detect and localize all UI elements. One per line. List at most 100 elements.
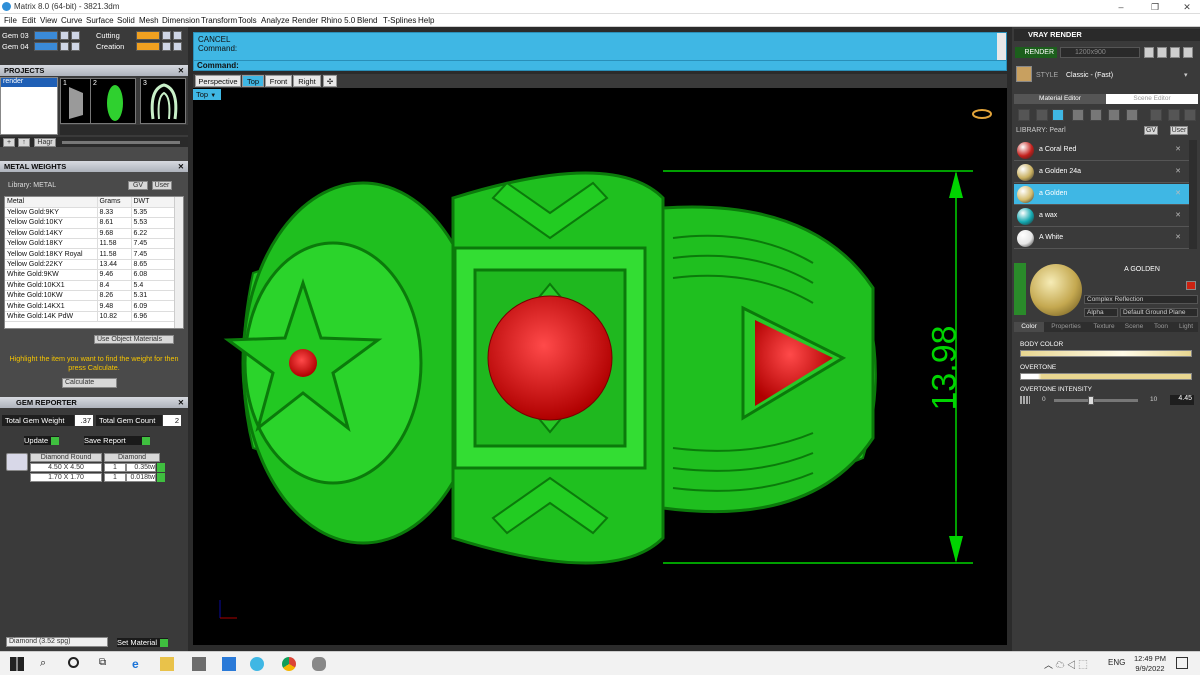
chevron-down-icon[interactable]: ▾ [1184,71,1188,79]
material-item[interactable]: a Coral Red ✕ [1014,140,1189,161]
layer-row-gem03[interactable]: Gem 03 Cutting [0,30,188,41]
layer-visibility-icon[interactable] [173,42,182,51]
search-icon[interactable]: ⌕ [40,657,54,671]
tray-icons[interactable]: ︿ ☁ ◁ ⬚ [1044,658,1088,671]
minimize-button[interactable]: – [1110,1,1132,13]
checker-icon[interactable] [1126,109,1138,121]
layer-color-swatch[interactable] [34,42,58,51]
menu-mesh[interactable]: Mesh [139,16,159,25]
tab-right[interactable]: Right [293,75,321,87]
use-object-materials-checkbox[interactable]: Use Object Materials [94,335,174,344]
add-project-button[interactable]: + [3,138,15,147]
material-item[interactable]: a wax ✕ [1014,206,1189,227]
layer-color-swatch[interactable] [34,31,58,40]
preview-collapse-toggle[interactable] [1014,263,1026,315]
pause-icon[interactable] [1170,47,1180,58]
notification-icon[interactable] [1176,657,1188,669]
table-row[interactable]: Yellow Gold:22KY 13.44 8.65 [5,259,175,271]
calculate-button[interactable]: Calculate [62,378,117,388]
gem-row-arrow-icon[interactable] [157,473,165,482]
clock-time[interactable]: 12:49 PM [1132,654,1168,663]
remove-material-icon[interactable]: ✕ [1175,189,1181,197]
project-list[interactable]: render [0,77,58,135]
style-value[interactable]: Classic - (Fast) [1066,72,1113,79]
matrix-app-icon[interactable] [250,657,264,671]
table-row[interactable]: White Gold:14K PdW 10.82 6.96 [5,311,175,323]
maximize-button[interactable]: ❐ [1144,1,1166,13]
intensity-slider-track[interactable] [1054,396,1138,405]
tab-texture[interactable]: Texture [1087,322,1121,332]
intensity-slider-thumb[interactable] [1088,396,1095,405]
viewport-top[interactable]: 13.98 [193,88,1007,645]
grid-icon[interactable] [1108,109,1120,121]
tab-toon[interactable]: Toon [1149,322,1173,332]
active-view-label[interactable]: Top ▼ [193,89,221,100]
rhino-icon[interactable] [312,657,326,671]
start-icon[interactable] [10,657,24,671]
light-icon[interactable] [1150,109,1162,121]
remove-material-icon[interactable]: ✕ [1175,145,1181,153]
hagr-button[interactable]: Hagr [34,138,56,147]
material-select[interactable]: Diamond (3.52 spg) [6,637,108,647]
remove-material-icon[interactable]: ✕ [1175,233,1181,241]
command-input[interactable]: Command: [193,60,1007,71]
menu-rhino[interactable]: Rhino 5.0 [321,16,355,25]
pattern-icon[interactable] [1090,109,1102,121]
project-thumbnail[interactable]: 2 [90,78,136,124]
library-gv-button[interactable]: GV [1144,126,1158,135]
body-color-slider[interactable] [1020,350,1192,357]
gem-row-arrow-icon[interactable] [157,463,165,472]
material-list-scrollbar[interactable] [1189,140,1197,249]
menu-file[interactable]: File [4,16,17,25]
gem-size-cell[interactable]: 4.50 X 4.50 [30,463,102,472]
layer-lock-icon[interactable] [60,42,69,51]
close-icon[interactable] [1183,47,1193,58]
material-item[interactable]: A White ✕ [1014,228,1189,249]
gem-size-cell[interactable]: 1.70 X 1.70 [30,473,102,482]
library-user-button[interactable]: User [152,181,172,190]
tab-color[interactable]: Color [1014,322,1044,332]
chrome-icon[interactable] [282,657,296,671]
ground-plane-select[interactable]: Default Ground Plane [1120,308,1198,317]
move-up-button[interactable]: ↑ [18,138,30,147]
menu-render[interactable]: Render [292,16,318,25]
menu-help[interactable]: Help [418,16,434,25]
project-list-item[interactable]: render [1,78,57,87]
menu-blend[interactable]: Blend [357,16,377,25]
preview-mode-select[interactable]: Complex Reflection [1084,295,1198,304]
task-view-icon[interactable]: ⧉ [99,657,113,671]
command-scrollbar[interactable] [997,33,1006,60]
layer-lock-icon[interactable] [60,31,69,40]
table-row[interactable]: White Gold:10KW 8.26 5.31 [5,290,175,302]
texture-icon[interactable] [1072,109,1084,121]
menu-edit[interactable]: Edit [22,16,36,25]
layer-visibility-icon[interactable] [173,31,182,40]
close-button[interactable]: ✕ [1176,1,1198,13]
alpha-select[interactable]: Alpha [1084,308,1118,317]
library-gv-button[interactable]: GV [128,181,148,190]
bulb-icon[interactable] [1168,109,1180,121]
lamp-icon[interactable] [1184,109,1196,121]
layer-row-gem04[interactable]: Gem 04 Creation [0,41,188,52]
close-icon[interactable]: ✕ [178,162,184,171]
table-row[interactable]: White Gold:10KX1 8.4 5.4 [5,280,175,292]
menu-tools[interactable]: Tools [238,16,257,25]
edge-icon[interactable]: e [132,657,146,671]
table-row[interactable]: Yellow Gold:14KY 9.68 6.22 [5,228,175,240]
save-icon[interactable] [1144,47,1154,58]
menu-curve[interactable]: Curve [61,16,82,25]
menu-transform[interactable]: Transform [201,16,237,25]
table-row[interactable]: White Gold:14KX1 9.48 6.09 [5,300,175,312]
language-indicator[interactable]: ENG [1108,658,1125,667]
table-row[interactable]: Yellow Gold:18KY Royal 11.58 7.45 [5,248,175,260]
layer-color-swatch[interactable] [136,31,160,40]
tab-light[interactable]: Light [1174,322,1198,332]
table-row[interactable]: Yellow Gold:18KY 11.58 7.45 [5,238,175,250]
gem-weight-cell[interactable]: 0.35tw [126,463,156,472]
set-material-button[interactable]: Set Material [117,638,169,648]
resolution-field[interactable]: 1200x900 [1060,47,1140,58]
close-icon[interactable]: ✕ [178,66,184,75]
menu-analyze[interactable]: Analyze [261,16,289,25]
tab-top[interactable]: Top [242,75,264,87]
menu-view[interactable]: View [40,16,57,25]
